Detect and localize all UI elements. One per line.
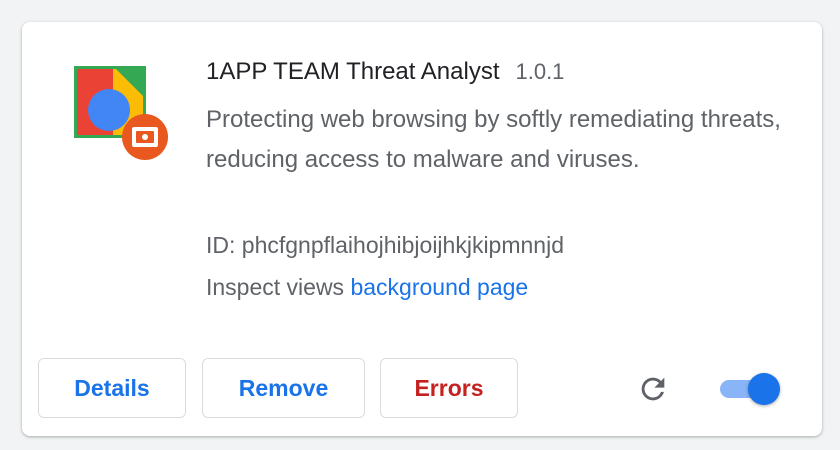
inspect-views-label: Inspect views bbox=[206, 274, 351, 300]
title-row: 1APP TEAM Threat Analyst 1.0.1 bbox=[206, 58, 806, 88]
inspect-views-row: Inspect views background page bbox=[206, 274, 528, 301]
toggle-knob bbox=[748, 373, 780, 405]
extension-name: 1APP TEAM Threat Analyst bbox=[206, 58, 500, 85]
extension-version: 1.0.1 bbox=[515, 59, 565, 84]
extension-id-row: ID: phcfgnpflaihojhibjoijhkjkipmnnjd bbox=[206, 232, 564, 259]
reload-icon[interactable] bbox=[636, 372, 670, 406]
extension-details: 1APP TEAM Threat Analyst 1.0.1 Protectin… bbox=[206, 58, 806, 300]
card-footer: Details Remove Errors bbox=[22, 358, 822, 422]
background-page-link[interactable]: background page bbox=[350, 274, 528, 300]
details-button[interactable]: Details bbox=[38, 358, 186, 418]
enable-toggle[interactable] bbox=[718, 372, 782, 406]
camera-badge-icon bbox=[122, 114, 168, 160]
extension-description: Protecting web browsing by softly remedi… bbox=[206, 106, 781, 173]
extension-card: 1APP TEAM Threat Analyst 1.0.1 Protectin… bbox=[22, 22, 822, 436]
remove-button[interactable]: Remove bbox=[202, 358, 365, 418]
extension-logo-icon bbox=[74, 66, 170, 162]
extension-id: phcfgnpflaihojhibjoijhkjkipmnnjd bbox=[241, 232, 564, 258]
errors-button[interactable]: Errors bbox=[380, 358, 518, 418]
id-label: ID: bbox=[206, 232, 242, 258]
